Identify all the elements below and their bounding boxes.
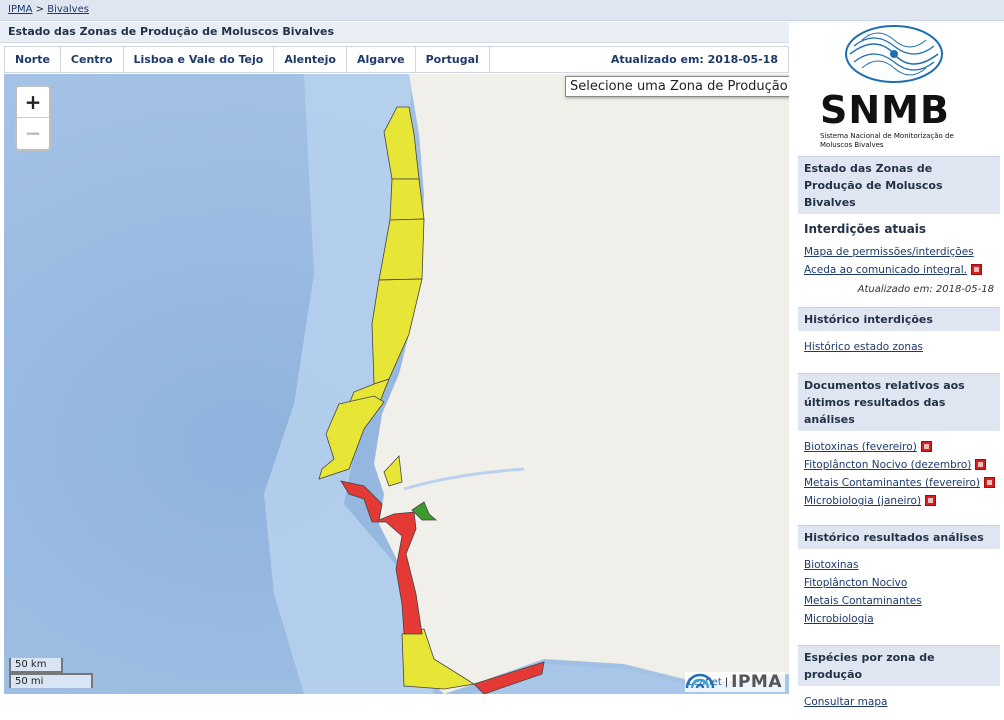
- ipma-logo-text: IPMA: [731, 672, 782, 692]
- tab-alentejo[interactable]: Alentejo: [274, 47, 347, 72]
- logo-title: SNMB: [820, 88, 950, 132]
- link-historico-estado[interactable]: Histórico estado zonas: [804, 341, 994, 353]
- panel-resultados-title: Histórico resultados análises: [798, 525, 1000, 549]
- link-hist-metais[interactable]: Metais Contaminantes: [804, 595, 994, 607]
- breadcrumb-home-link[interactable]: IPMA: [8, 4, 32, 15]
- link-mapa-permissoes[interactable]: Mapa de permissões/interdições: [804, 246, 994, 258]
- link-doc-biotoxinas-label: Biotoxinas (fevereiro): [804, 441, 917, 453]
- scale-km: 50 km: [9, 658, 63, 673]
- panel-estado: Estado das Zonas de Produção de Moluscos…: [798, 156, 1000, 305]
- link-comunicado[interactable]: Aceda ao comunicado integral.: [804, 264, 994, 276]
- link-hist-fitoplancton[interactable]: Fitoplâncton Nocivo: [804, 577, 994, 589]
- zoom-in-button[interactable]: +: [17, 87, 49, 117]
- zoom-control: + −: [15, 85, 51, 151]
- panel-especies-title: Espécies por zona de produção: [798, 645, 1000, 686]
- panel-estado-subtitle: Interdições atuais: [804, 222, 927, 236]
- ipma-logo: IPMA: [685, 672, 782, 692]
- link-comunicado-label: Aceda ao comunicado integral.: [804, 264, 967, 276]
- link-hist-biotoxinas[interactable]: Biotoxinas: [804, 559, 994, 571]
- land-area: [374, 74, 789, 694]
- map-view[interactable]: + − Selecione uma Zona de Produção 50 km…: [4, 74, 789, 694]
- link-hist-microbiologia[interactable]: Microbiologia: [804, 613, 994, 625]
- logo-subtitle: Sistema Nacional de Monitorização de Mol…: [820, 132, 954, 149]
- pdf-icon: [975, 459, 987, 470]
- zoom-out-button[interactable]: −: [17, 117, 49, 148]
- panel-estado-title: Estado das Zonas de Produção de Moluscos…: [798, 156, 1000, 214]
- panel-historico-title: Histórico interdições: [798, 307, 1000, 331]
- pdf-icon: [984, 477, 996, 488]
- link-doc-biotoxinas[interactable]: Biotoxinas (fevereiro): [804, 441, 994, 453]
- panel-historico: Histórico interdições Histórico estado z…: [798, 307, 1000, 365]
- breadcrumb: IPMA > Bivalves: [0, 0, 1004, 21]
- zone-select-prompt: Selecione uma Zona de Produção: [565, 76, 789, 97]
- tab-portugal[interactable]: Portugal: [416, 47, 490, 72]
- shell-icon: [845, 25, 943, 83]
- snmb-logo: SNMB Sistema Nacional de Monitorização d…: [806, 22, 1000, 152]
- pdf-icon: [920, 441, 932, 452]
- sidebar: SNMB Sistema Nacional de Monitorização d…: [798, 22, 1000, 708]
- map-scale: 50 km 50 mi: [9, 658, 93, 688]
- tab-centro[interactable]: Centro: [61, 47, 124, 72]
- sidebar-panels: Estado das Zonas de Produção de Moluscos…: [798, 156, 1000, 720]
- panel-documentos: Documentos relativos aos últimos resulta…: [798, 373, 1000, 519]
- tab-lisboa-vale-tejo[interactable]: Lisboa e Vale do Tejo: [124, 47, 275, 72]
- link-doc-metais-label: Metais Contaminantes (fevereiro): [804, 477, 981, 489]
- updated-date: Atualizado em: 2018-05-18: [610, 53, 778, 66]
- zone-open[interactable]: [389, 178, 425, 221]
- pdf-icon: [970, 264, 982, 275]
- attribution-separator: |: [724, 676, 729, 688]
- link-doc-microbiologia[interactable]: Microbiologia (janeiro): [804, 495, 994, 507]
- scale-mi: 50 mi: [9, 673, 93, 688]
- breadcrumb-separator: >: [35, 4, 45, 15]
- panel-especies: Espécies por zona de produção Consultar …: [798, 645, 1000, 720]
- link-doc-fitoplancton-label: Fitoplâncton Nocivo (dezembro): [804, 459, 972, 471]
- tab-algarve[interactable]: Algarve: [347, 47, 416, 72]
- link-doc-metais[interactable]: Metais Contaminantes (fevereiro): [804, 477, 996, 489]
- page-title: Estado das Zonas de Produção de Moluscos…: [8, 25, 335, 38]
- page-title-bar: Estado das Zonas de Produção de Moluscos…: [0, 22, 789, 43]
- map-canvas[interactable]: [4, 74, 789, 694]
- ipma-wave-icon: [685, 673, 714, 689]
- breadcrumb-current-link[interactable]: Bivalves: [47, 4, 89, 15]
- link-doc-fitoplancton[interactable]: Fitoplâncton Nocivo (dezembro): [804, 459, 994, 471]
- map-attribution: Leaflet | IPMA: [684, 672, 785, 692]
- pdf-icon: [925, 495, 937, 506]
- region-tabs: Norte Centro Lisboa e Vale do Tejo Alent…: [4, 46, 789, 73]
- panel-estado-updated: Atualizado em: 2018-05-18: [857, 284, 994, 295]
- panel-resultados: Histórico resultados análises Biotoxinas…: [798, 525, 1000, 637]
- panel-documentos-title: Documentos relativos aos últimos resulta…: [798, 373, 1000, 431]
- tab-norte[interactable]: Norte: [5, 47, 61, 72]
- link-doc-microbiologia-label: Microbiologia (janeiro): [804, 495, 922, 507]
